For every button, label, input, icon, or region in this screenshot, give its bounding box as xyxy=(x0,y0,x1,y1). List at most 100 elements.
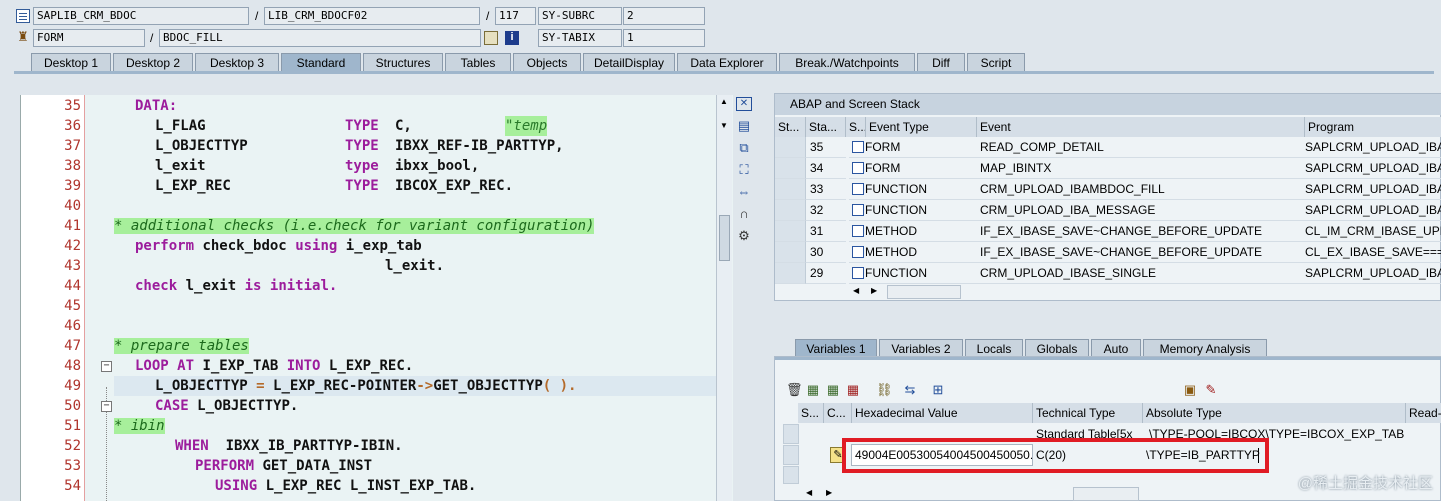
scroll-left-icon[interactable]: ◀ xyxy=(806,488,812,497)
save-icon[interactable]: ▣ xyxy=(1183,383,1197,397)
swap-icon[interactable]: ⇔ xyxy=(736,185,752,199)
var-row-header[interactable] xyxy=(783,466,799,484)
var-col-change[interactable]: C... xyxy=(824,403,852,423)
level-cell: 31 xyxy=(806,221,846,242)
code-line-36: L_FLAG TYPE C, "temp xyxy=(155,116,548,136)
scroll-down-icon[interactable]: ▼ xyxy=(720,121,728,131)
info-icon[interactable]: i xyxy=(505,31,519,45)
scroll-right-icon[interactable]: ▶ xyxy=(871,286,877,295)
line-number: 52 xyxy=(64,438,81,454)
col-program[interactable]: Program xyxy=(1305,117,1441,137)
line-number: 51 xyxy=(64,418,81,434)
table-view-icon[interactable]: ⊞ xyxy=(931,383,945,397)
col-stack[interactable]: St... xyxy=(775,117,806,137)
code-line-41: * additional checks (i.e.check for varia… xyxy=(114,218,595,234)
scroll-right-icon[interactable]: ▶ xyxy=(826,488,832,497)
vars-hscroll[interactable] xyxy=(1073,487,1139,501)
code-line-53: PERFORM GET_DATA_INST xyxy=(195,458,373,474)
copy-icon[interactable]: ▦ xyxy=(846,383,860,397)
sysvar-value-field[interactable]: 2 xyxy=(623,7,705,25)
tab-tables[interactable]: Tables xyxy=(445,53,511,72)
table-row[interactable]: 35 FORM READ_COMP_DETAIL SAPLCRM_UPLOAD_… xyxy=(775,137,1441,158)
new-tool-icon[interactable]: ▤ xyxy=(736,119,752,133)
edit-icon[interactable]: ✎ xyxy=(1204,383,1218,397)
row-header[interactable] xyxy=(775,263,806,284)
col-s[interactable]: S... xyxy=(846,117,866,137)
col-event[interactable]: Event xyxy=(977,117,1305,137)
delete-icon[interactable]: 🗑 xyxy=(786,383,803,397)
stack-hscroll[interactable] xyxy=(887,285,961,299)
event-cell: CRM_UPLOAD_IBA_MESSAGE xyxy=(977,200,1305,221)
var-col-tech-type[interactable]: Technical Type xyxy=(1033,403,1143,423)
table-row[interactable]: 32 FUNCTION CRM_UPLOAD_IBA_MESSAGE SAPLC… xyxy=(775,200,1441,221)
sysvar-name-field[interactable]: SY-SUBRC xyxy=(538,7,622,25)
tab-desktop-2[interactable]: Desktop 2 xyxy=(113,53,193,72)
col-stack-level[interactable]: Sta... xyxy=(806,117,846,137)
tab-desktop-3[interactable]: Desktop 3 xyxy=(195,53,279,72)
table-row[interactable]: 31 METHOD IF_EX_IBASE_SAVE~CHANGE_BEFORE… xyxy=(775,221,1441,242)
type-cell: FUNCTION xyxy=(849,200,977,221)
var-col-abs-type[interactable]: Absolute Type xyxy=(1143,403,1406,423)
var-col-status[interactable]: S... xyxy=(798,403,824,423)
code-line-35: DATA: xyxy=(135,98,178,114)
code-line-37: L_OBJECTTYP TYPE IBXX_REF-IB_PARTTYP, xyxy=(155,138,564,154)
line-field[interactable]: 117 xyxy=(495,7,536,25)
sysvar-value-field-2[interactable]: 1 xyxy=(623,29,705,47)
var-col-read[interactable]: Read- xyxy=(1406,403,1441,423)
event-cell: MAP_IBINTX xyxy=(977,158,1305,179)
close-icon[interactable]: ✕ xyxy=(736,97,752,111)
line-number: 37 xyxy=(64,138,81,154)
table-row[interactable]: 33 FUNCTION CRM_UPLOAD_IBAMBDOC_FILL SAP… xyxy=(775,179,1441,200)
fullscreen-icon[interactable]: ⛶ xyxy=(736,163,752,177)
tab-underline xyxy=(14,71,1434,74)
separator: / xyxy=(486,9,490,23)
transfer-icon[interactable]: ⇆ xyxy=(903,383,917,397)
tab-script[interactable]: Script xyxy=(967,53,1025,72)
tab-objects[interactable]: Objects xyxy=(513,53,581,72)
scroll-left-icon[interactable]: ◀ xyxy=(853,286,859,295)
sysvar-name-field-2[interactable]: SY-TABIX xyxy=(538,29,622,47)
row-header[interactable] xyxy=(775,179,806,200)
row-header[interactable] xyxy=(775,137,806,158)
level-cell: 35 xyxy=(806,137,846,158)
fold-toggle[interactable]: − xyxy=(101,361,112,372)
row-header[interactable] xyxy=(775,158,806,179)
table-row[interactable]: 34 FORM MAP_IBINTX SAPLCRM_UPLOAD_IBASE xyxy=(775,158,1441,179)
detail-icon[interactable] xyxy=(484,31,498,45)
tab-standard[interactable]: Standard xyxy=(281,53,361,72)
tab-breakpoints[interactable]: Break./Watchpoints xyxy=(779,53,915,72)
append-icon[interactable]: ▦ xyxy=(806,383,820,397)
replace-tool-icon[interactable]: ⧉ xyxy=(736,141,752,155)
row-header[interactable] xyxy=(775,200,806,221)
tab-desktop-1[interactable]: Desktop 1 xyxy=(31,53,111,72)
settings-icon[interactable]: ⚙ xyxy=(736,229,752,243)
line-number: 35 xyxy=(64,98,81,114)
include-field[interactable]: LIB_CRM_BDOCF02 xyxy=(264,7,480,25)
services-icon[interactable]: ∩ xyxy=(736,207,752,221)
scroll-up-icon[interactable]: ▲ xyxy=(720,97,728,107)
program-cell: SAPLCRM_UPLOAD_IBASE xyxy=(1302,263,1441,284)
scroll-thumb[interactable] xyxy=(719,215,730,261)
table-row[interactable]: 29 FUNCTION CRM_UPLOAD_IBASE_SINGLE SAPL… xyxy=(775,263,1441,284)
var-row-header[interactable] xyxy=(783,445,799,465)
separator: / xyxy=(255,9,259,23)
var-col-hex[interactable]: Hexadecimal Value xyxy=(852,403,1033,423)
code-editor[interactable]: 35 36 37 38 39 40 41 42 43 44 45 46 47 4… xyxy=(20,95,733,501)
event-type-field[interactable]: FORM xyxy=(33,29,145,47)
row-header[interactable] xyxy=(775,221,806,242)
var-row-header[interactable] xyxy=(783,424,799,444)
program-field[interactable]: SAPLIB_CRM_BDOC xyxy=(33,7,249,25)
insert-icon[interactable]: ▦ xyxy=(826,383,840,397)
fold-toggle[interactable]: − xyxy=(101,401,112,412)
code-scrollbar[interactable]: ▲ ▼ xyxy=(716,95,732,501)
event-name-field[interactable]: BDOC_FILL xyxy=(159,29,481,47)
tab-detaildisplay[interactable]: DetailDisplay xyxy=(583,53,675,72)
row-header[interactable] xyxy=(775,242,806,263)
tab-diff[interactable]: Diff xyxy=(917,53,965,72)
tab-data-explorer[interactable]: Data Explorer xyxy=(677,53,777,72)
tab-structures[interactable]: Structures xyxy=(363,53,443,72)
col-event-type[interactable]: Event Type xyxy=(866,117,977,137)
hierarchy-icon[interactable]: ⛓ xyxy=(876,383,893,397)
table-row[interactable]: 30 METHOD IF_EX_IBASE_SAVE~CHANGE_BEFORE… xyxy=(775,242,1441,263)
separator: / xyxy=(150,31,154,45)
